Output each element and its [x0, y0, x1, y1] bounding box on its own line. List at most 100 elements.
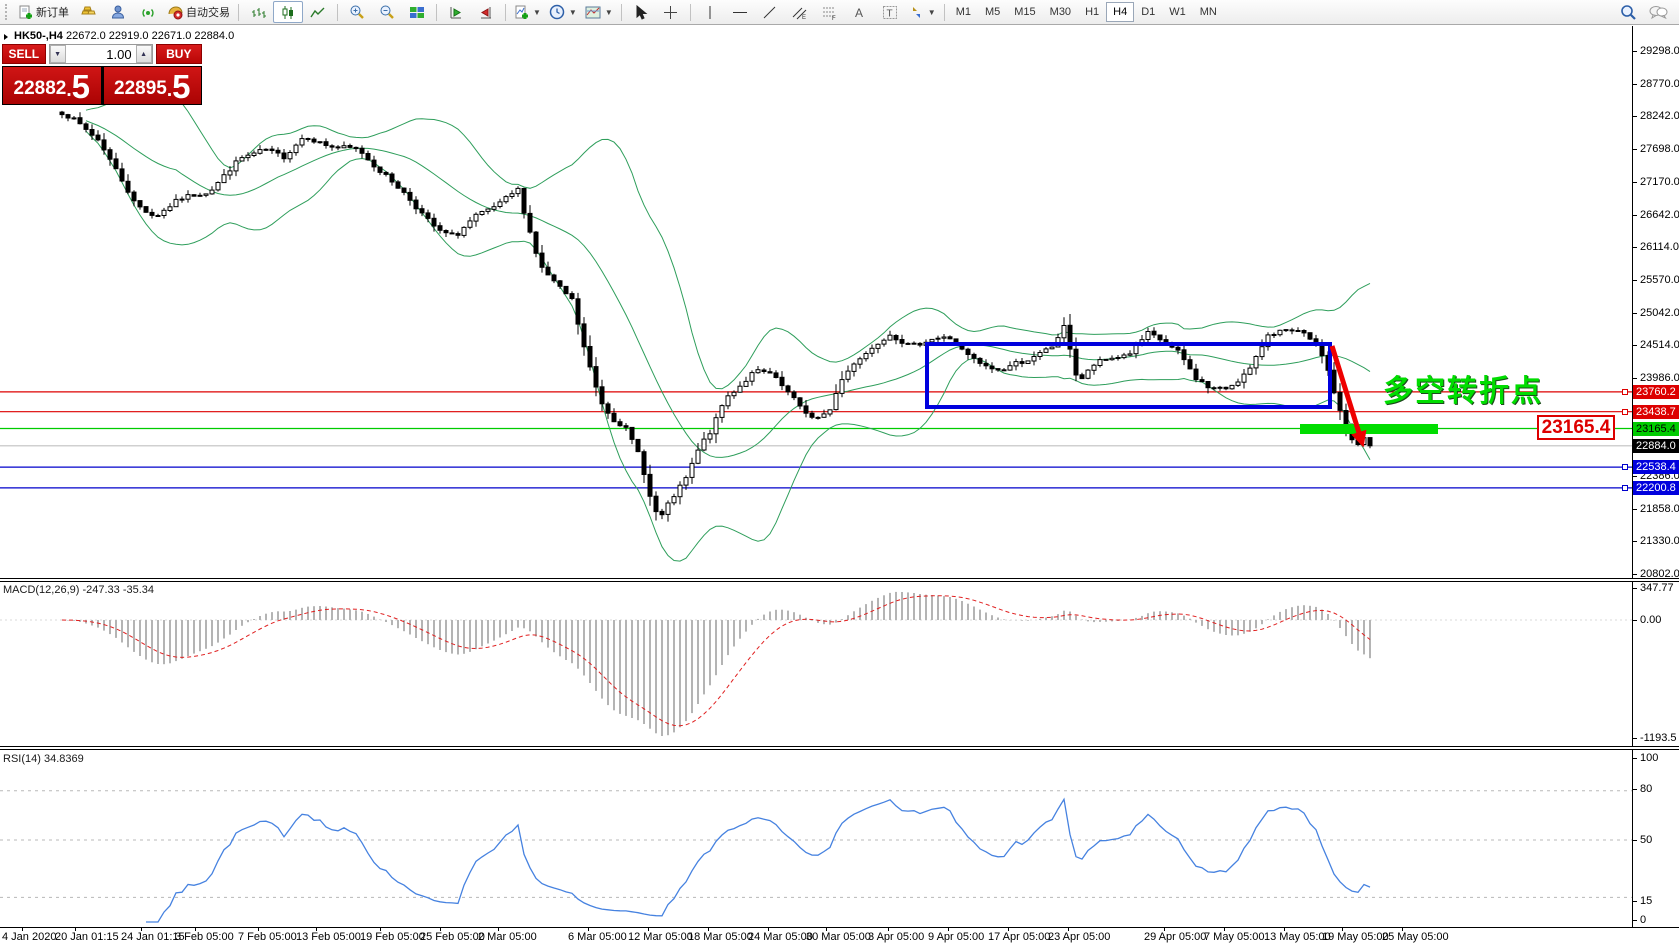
new-order-button[interactable]: 新订单	[14, 1, 73, 23]
buy-price-button[interactable]: 22895.5	[104, 67, 202, 104]
price-tick-mark	[1632, 116, 1637, 117]
pane-separator[interactable]	[0, 578, 1679, 582]
candlestick-chart-button[interactable]	[273, 1, 303, 23]
arrows-caret: ▼	[928, 8, 936, 17]
auto-scroll-button[interactable]	[441, 1, 471, 23]
tab-timeframe-m5[interactable]: M5	[978, 2, 1007, 22]
account-person-icon	[111, 5, 126, 20]
signals-button[interactable]	[133, 1, 163, 23]
tab-timeframe-h1[interactable]: H1	[1078, 2, 1106, 22]
time-axis-label: 18 Mar 05:00	[688, 931, 753, 943]
text-label-button[interactable]: T	[875, 1, 905, 23]
fibonacci-button[interactable]: F	[815, 1, 845, 23]
time-axis-tick	[588, 927, 589, 931]
tab-timeframe-m15[interactable]: M15	[1007, 2, 1042, 22]
tab-timeframe-m1[interactable]: M1	[949, 2, 978, 22]
candlestick-chart[interactable]	[0, 26, 1632, 578]
toolbar-grip[interactable]	[5, 4, 12, 20]
tab-timeframe-w1[interactable]: W1	[1162, 2, 1193, 22]
accounts-button[interactable]	[103, 1, 133, 23]
rsi-tick-mark	[1632, 901, 1637, 902]
sell-price-button[interactable]: 22882.5	[3, 67, 101, 104]
toolbar-separator	[337, 4, 338, 21]
indicators-button[interactable]: ▼	[510, 1, 545, 23]
line-anchor-square[interactable]	[1622, 464, 1628, 470]
search-button[interactable]	[1613, 1, 1643, 23]
time-axis-label: 9 Apr 05:00	[928, 931, 984, 943]
svg-text:A: A	[855, 6, 863, 20]
sell-button[interactable]: SELL	[2, 44, 46, 64]
templates-button[interactable]: ▼	[581, 1, 617, 23]
bar-chart-button[interactable]	[243, 1, 273, 23]
buy-button[interactable]: BUY	[156, 44, 202, 64]
zoom-out-button[interactable]	[372, 1, 402, 23]
autotrading-button[interactable]: 自动交易	[163, 1, 234, 23]
tab-timeframe-d1[interactable]: D1	[1134, 2, 1162, 22]
new-order-label: 新订单	[36, 4, 69, 20]
line-anchor-square[interactable]	[1622, 485, 1628, 491]
vertical-line-button[interactable]	[695, 1, 725, 23]
time-axis-label: 20 Jan 01:15	[55, 931, 119, 943]
channel-button[interactable]: E	[785, 1, 815, 23]
price-tick-mark	[1632, 149, 1637, 150]
zoom-in-icon	[349, 4, 365, 20]
chat-button[interactable]	[1643, 1, 1673, 23]
chart-shift-button[interactable]	[471, 1, 501, 23]
tab-timeframe-h4[interactable]: H4	[1106, 2, 1134, 22]
arrows-button[interactable]: ▼	[905, 1, 940, 23]
text-button[interactable]: A	[845, 1, 875, 23]
macd-pane[interactable]	[0, 582, 1632, 746]
crosshair-button[interactable]	[656, 1, 686, 23]
line-anchor-square[interactable]	[1622, 389, 1628, 395]
tile-windows-button[interactable]	[402, 1, 432, 23]
volume-decrease-button[interactable]: ▼	[50, 45, 66, 63]
price-callout-box[interactable]: 23165.4	[1537, 415, 1615, 440]
fibonacci-icon: F	[822, 5, 838, 20]
macd-tick-mark	[1632, 588, 1637, 589]
macd-name: MACD(12,26,9)	[3, 584, 79, 596]
time-axis-tick	[1402, 927, 1403, 931]
turning-point-annotation[interactable]: 多空转折点	[1383, 366, 1543, 410]
tab-timeframe-m30[interactable]: M30	[1043, 2, 1078, 22]
sell-price-int: 22882	[14, 76, 67, 102]
time-axis-tick	[888, 927, 889, 931]
pane-separator[interactable]	[0, 746, 1679, 750]
autotrading-icon	[167, 5, 183, 20]
zoom-in-button[interactable]	[342, 1, 372, 23]
trendline-button[interactable]	[755, 1, 785, 23]
rsi-tick-label: 50	[1640, 834, 1652, 846]
equidistant-channel-icon: E	[792, 5, 808, 20]
auto-scroll-icon	[448, 5, 464, 20]
chart-shift-icon	[478, 5, 494, 20]
rsi-name: RSI(14)	[3, 753, 41, 765]
time-axis-label: 3 Feb 05:00	[175, 931, 234, 943]
templates-caret: ▼	[605, 8, 613, 17]
volume-spinner: ▼ 1.00 ▲	[49, 44, 153, 64]
price-tick-label: 29298.0	[1640, 45, 1679, 57]
rsi-pane[interactable]	[0, 750, 1632, 927]
periods-button[interactable]: ▼	[545, 1, 581, 23]
time-axis-tick	[22, 927, 23, 931]
horizontal-line-button[interactable]	[725, 1, 755, 23]
price-tick-mark	[1632, 51, 1637, 52]
price-flag-23760.2: 23760.2	[1633, 385, 1679, 399]
time-axis-label: 7 Feb 05:00	[238, 931, 297, 943]
volume-increase-button[interactable]: ▲	[136, 45, 152, 63]
time-axis-label: 29 Apr 05:00	[1144, 931, 1206, 943]
line-anchor-square[interactable]	[1622, 409, 1628, 415]
time-axis-label: 6 Mar 05:00	[568, 931, 627, 943]
price-flag-22200.8: 22200.8	[1633, 481, 1679, 495]
time-axis-tick	[648, 927, 649, 931]
volume-field[interactable]: 1.00	[66, 45, 136, 63]
tab-timeframe-mn[interactable]: MN	[1193, 2, 1224, 22]
deposit-button[interactable]	[73, 1, 103, 23]
rsi-tick-label: 15	[1640, 895, 1652, 907]
time-axis-label: 17 Apr 05:00	[988, 931, 1050, 943]
time-axis-tick	[948, 927, 949, 931]
cursor-button[interactable]	[626, 1, 656, 23]
time-axis-label: 4 Jan 2020	[2, 931, 56, 943]
price-tick-mark	[1632, 574, 1637, 575]
sell-price-frac: 5	[72, 72, 90, 102]
time-axis-tick	[1008, 927, 1009, 931]
line-chart-button[interactable]	[303, 1, 333, 23]
